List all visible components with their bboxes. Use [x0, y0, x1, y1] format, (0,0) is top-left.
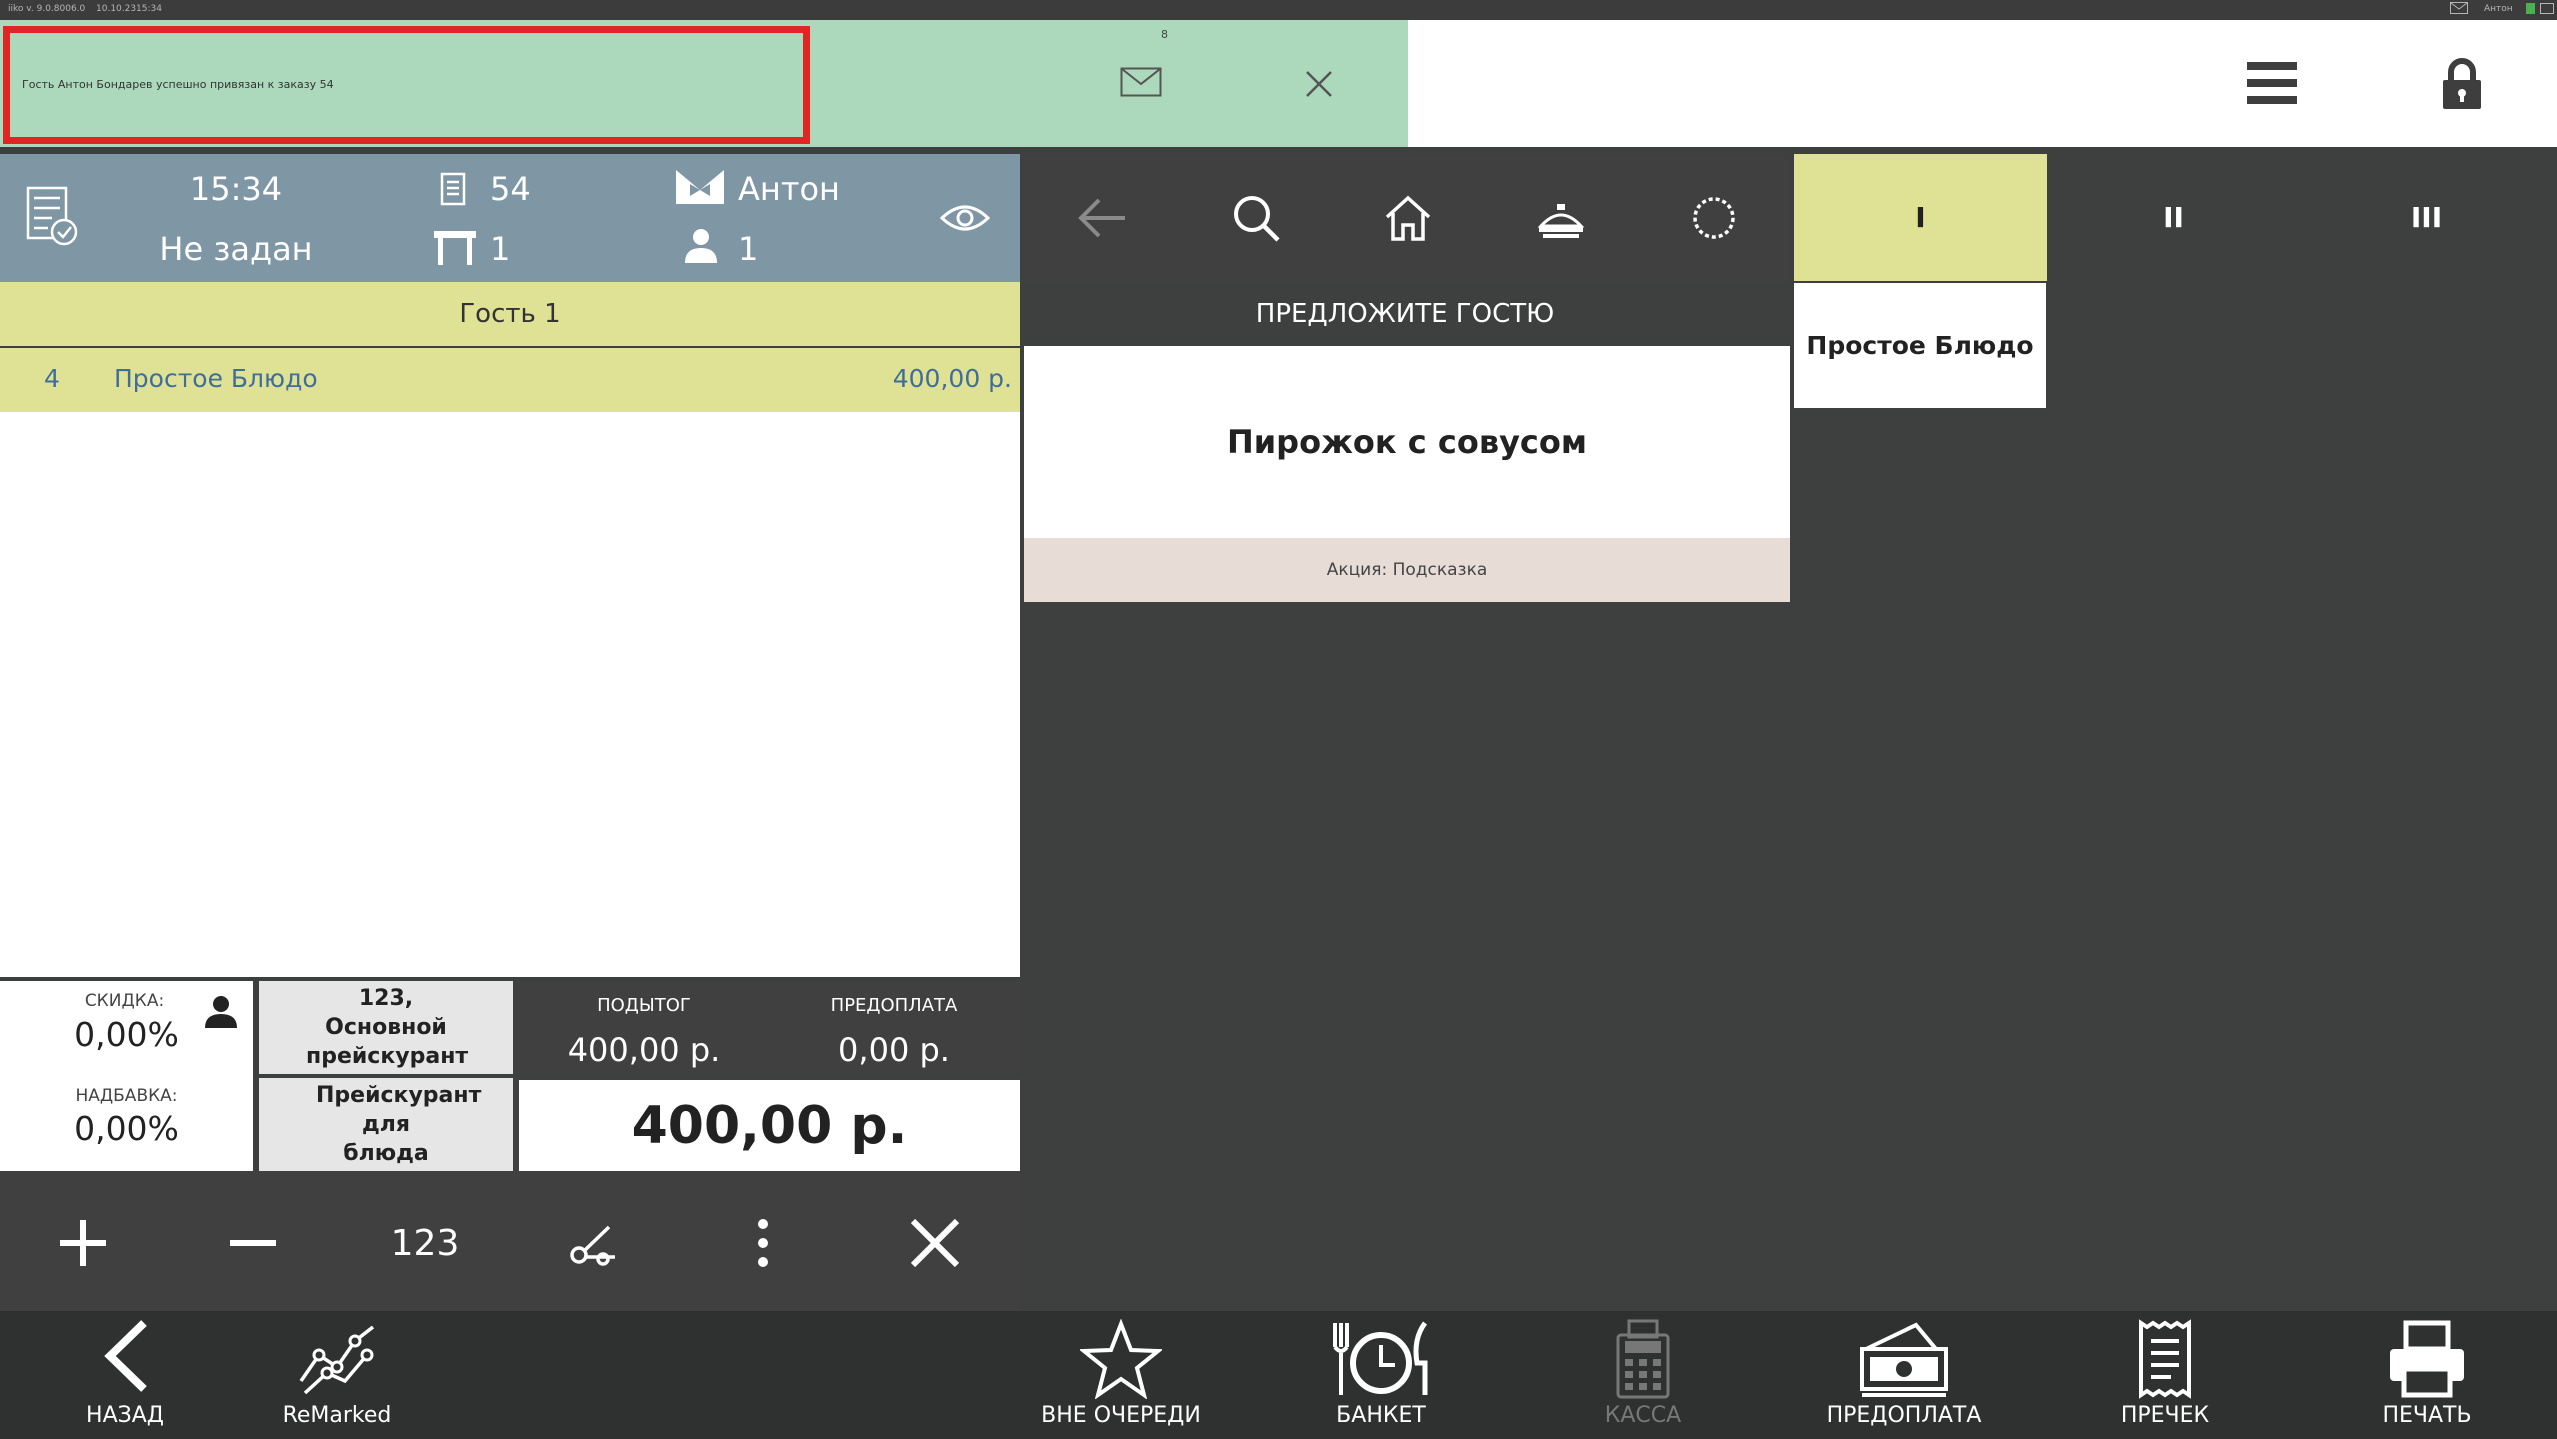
subtotal-value: 400,00 р. [567, 1031, 721, 1069]
status-window-icon [2540, 3, 2554, 14]
home-icon[interactable] [1380, 192, 1436, 244]
fork-clock-knife-icon [1329, 1319, 1433, 1399]
split-scissors-icon[interactable] [560, 1212, 626, 1278]
status-mail-icon [2450, 2, 2468, 14]
table-number[interactable]: 1 [490, 230, 510, 268]
lock-icon[interactable] [2438, 56, 2486, 112]
table-icon [434, 230, 476, 266]
delete-icon[interactable] [902, 1210, 968, 1276]
suggest-item-name: Пирожок с совусом [1226, 423, 1588, 461]
prepay-label: ПРЕДОПЛАТА [830, 995, 958, 1016]
notification-close-icon[interactable] [1300, 65, 1338, 103]
pricelist-button[interactable]: 123, Основной прейскурант [259, 981, 513, 1074]
waiter-icon [676, 170, 724, 204]
status-bar: iiko v. 9.0.8006.0 10.10.23 15:34 Антон [0, 0, 2557, 20]
priority-button[interactable]: ВНЕ ОЧЕРЕДИ [1021, 1311, 1221, 1439]
header-right-panel [1408, 20, 2557, 147]
status-user: Антон [2484, 4, 2513, 14]
star-icon [1080, 1319, 1162, 1399]
suggest-promo: Акция: Подсказка [1024, 538, 1790, 602]
print-button[interactable]: ПЕЧАТЬ [2327, 1311, 2527, 1439]
remarked-button[interactable]: ReMarked [237, 1311, 437, 1439]
status-date: 10.10.23 [96, 4, 137, 14]
back-arrow-icon[interactable] [1074, 194, 1130, 242]
suggest-title: ПРЕДЛОЖИТЕ ГОСТЮ [1255, 299, 1555, 329]
guest-label: Гость 1 [459, 299, 561, 329]
cash-stack-icon [1856, 1319, 1952, 1399]
search-icon[interactable] [1228, 192, 1284, 244]
order-number-icon [440, 172, 466, 206]
banquet-button[interactable]: БАНКЕТ [1281, 1311, 1481, 1439]
tab-course-3[interactable]: III [2300, 154, 2553, 281]
receipt-icon [2137, 1319, 2193, 1399]
back-button[interactable]: НАЗАД [25, 1311, 225, 1439]
subtotal-panel: ПОДЫТОГ 400,00 р. ПРЕДОПЛАТА 0,00 р. [519, 981, 1020, 1076]
order-item-row[interactable]: 4 Простое Блюдо 400,00 р. [0, 348, 1020, 412]
order-number: 54 [490, 170, 531, 208]
printer-icon [2386, 1319, 2468, 1399]
precheck-button[interactable]: ПРЕЧЕК [2065, 1311, 2265, 1439]
subtotal-label: ПОДЫТОГ [597, 995, 691, 1016]
tab-course-2[interactable]: II [2047, 154, 2300, 281]
surcharge-value: 0,00% [74, 1109, 179, 1148]
discount-label: СКИДКА: [84, 991, 165, 1011]
app-version: iiko v. 9.0.8006.0 [8, 4, 86, 14]
order-time: 15:34 [189, 170, 283, 208]
calculator-icon [1615, 1319, 1671, 1399]
order-item-name: Простое Блюдо [114, 364, 318, 393]
cashier-button[interactable]: КАССА [1543, 1311, 1743, 1439]
dish-tray-icon[interactable] [1532, 192, 1590, 244]
tab-course-1[interactable]: I [1794, 154, 2047, 281]
prepay-value: 0,00 р. [838, 1031, 950, 1069]
prepay-button[interactable]: ПРЕДОПЛАТА [1804, 1311, 2004, 1439]
status-time: 15:34 [136, 4, 162, 14]
quantity-button[interactable]: 123 [370, 1210, 480, 1276]
course-dish-item[interactable]: Простое Блюдо [1794, 283, 2046, 408]
notification-message: Гость Антон Бондарев успешно привязан к … [22, 78, 334, 91]
waiter-name[interactable]: Антон [738, 170, 840, 208]
surcharge-label: НАДБАВКА: [75, 1086, 178, 1106]
minus-icon[interactable] [220, 1210, 286, 1276]
loading-circle-icon[interactable] [1686, 192, 1742, 244]
order-total: 400,00 р. [519, 1080, 1020, 1171]
guest-header[interactable]: Гость 1 [0, 282, 1020, 346]
discount-panel[interactable]: СКИДКА: 0,00% НАДБАВКА: 0,00% [0, 981, 253, 1171]
order-item-price: 400,00 р. [892, 364, 1012, 393]
notification-mail-icon[interactable] [1116, 62, 1166, 102]
guest-count[interactable]: 1 [738, 230, 758, 268]
trend-chart-icon [297, 1319, 377, 1395]
status-online-indicator [2526, 3, 2535, 14]
eye-icon[interactable] [940, 202, 990, 234]
order-status[interactable]: Не задан [136, 230, 336, 268]
order-list-area[interactable] [0, 412, 1020, 977]
order-action-bar [0, 1171, 1020, 1311]
notification-count: 8 [1161, 28, 1168, 41]
order-checklist-icon[interactable] [26, 186, 78, 248]
guest-icon [684, 228, 718, 264]
chevron-left-icon [100, 1319, 150, 1393]
menu-icon[interactable] [2244, 58, 2300, 108]
suggest-item-card[interactable]: Пирожок с совусом [1024, 346, 1790, 538]
dish-pricelist-button[interactable]: Прейскурант для блюда [259, 1078, 513, 1171]
add-icon[interactable] [50, 1210, 116, 1276]
order-item-qty: 4 [44, 364, 60, 393]
discount-person-icon[interactable] [204, 995, 238, 1029]
more-vertical-icon[interactable] [730, 1210, 796, 1276]
